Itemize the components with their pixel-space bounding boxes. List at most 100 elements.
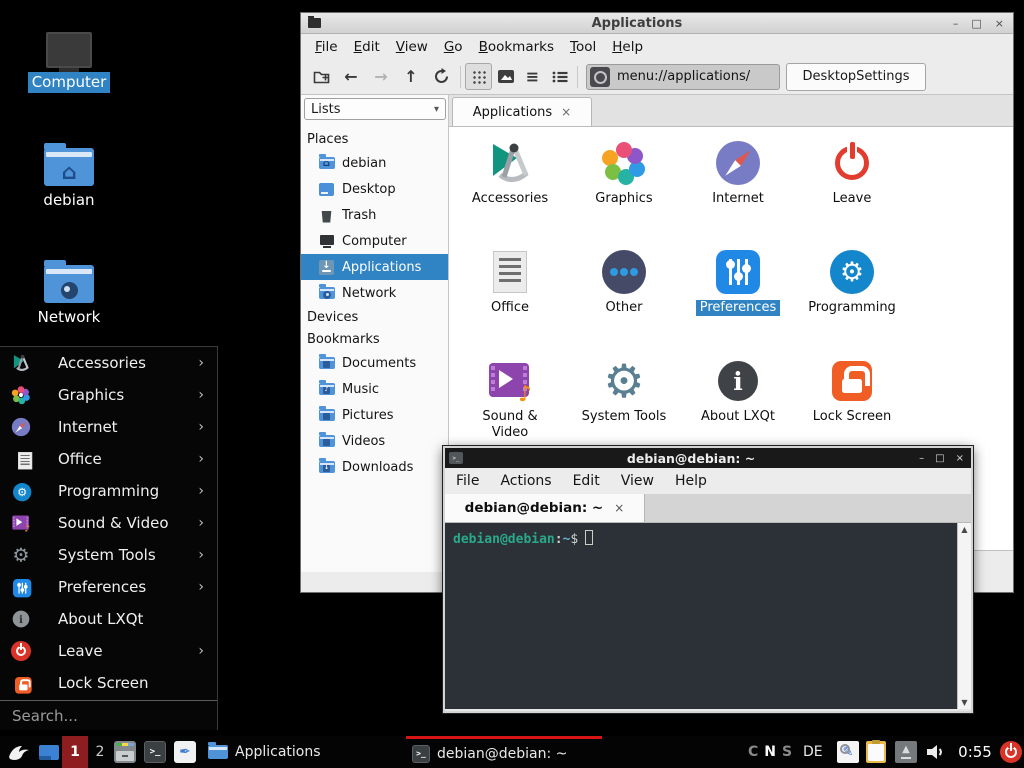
tray-removable-media[interactable]: ▲ xyxy=(895,736,917,768)
path-bar[interactable]: menu://applications/ xyxy=(586,64,780,90)
menu-item-about-lxqt[interactable]: i About LXQt xyxy=(0,603,217,635)
minimize-button[interactable]: – xyxy=(919,453,924,464)
show-desktop-button[interactable] xyxy=(36,736,62,768)
sidebar-item-documents[interactable]: Documents xyxy=(301,350,448,376)
grid-item-office[interactable]: Office xyxy=(453,248,567,357)
task-button-applications[interactable]: Applications xyxy=(202,736,402,768)
menu-item-system-tools[interactable]: ⚙ System Tools › xyxy=(0,539,217,571)
grid-item-other[interactable]: Other xyxy=(567,248,681,357)
other-icon xyxy=(602,250,646,294)
compact-view-button[interactable]: ≡ xyxy=(519,63,546,90)
keyboard-indicator[interactable]: C N S xyxy=(748,736,798,768)
grid-item-accessories[interactable]: Accessories xyxy=(453,139,567,248)
desktop-settings-button[interactable]: DesktopSettings xyxy=(786,63,926,91)
quicklaunch-file-manager[interactable] xyxy=(114,736,138,768)
close-button[interactable]: × xyxy=(956,453,964,464)
main-menu-button[interactable] xyxy=(4,736,34,768)
menu-item-programming[interactable]: ⚙ Programming › xyxy=(0,475,217,507)
menu-item-preferences[interactable]: Preferences › xyxy=(0,571,217,603)
grid-item-internet[interactable]: Internet xyxy=(681,139,795,248)
reload-button[interactable] xyxy=(426,63,456,91)
sidebar-item-trash[interactable]: Trash xyxy=(301,202,448,228)
menu-item-office[interactable]: Office › xyxy=(0,443,217,475)
clock[interactable]: 0:55 xyxy=(952,736,998,768)
menu-item-lock-screen[interactable]: Lock Screen xyxy=(0,667,217,699)
desktop-icon-network[interactable]: Network xyxy=(21,251,117,328)
new-tab-button[interactable] xyxy=(306,63,336,91)
tray-volume[interactable] xyxy=(924,736,946,768)
office-icon xyxy=(493,251,527,293)
sidebar-item-network[interactable]: Network xyxy=(301,280,448,306)
maximize-button[interactable]: □ xyxy=(935,453,944,464)
icon-view-button[interactable] xyxy=(465,63,492,90)
keyboard-layout-indicator[interactable]: DE xyxy=(803,736,823,768)
desktop-icon-debian[interactable]: ⌂ debian xyxy=(21,134,117,211)
scroll-down-icon[interactable]: ▼ xyxy=(961,698,967,707)
menu-actions[interactable]: Actions xyxy=(500,473,551,489)
fm-titlebar[interactable]: Applications – □ × xyxy=(301,13,1013,34)
menu-help[interactable]: Help xyxy=(604,39,651,55)
menu-edit[interactable]: Edit xyxy=(346,39,388,55)
sound-video-icon: ♪ xyxy=(486,357,534,405)
tab-close-icon[interactable]: × xyxy=(614,501,624,515)
menu-item-accessories[interactable]: Accessories › xyxy=(0,347,217,379)
sidebar-item-applications[interactable]: ↓ Applications xyxy=(301,254,448,280)
tray-screenshot[interactable]: ✎ xyxy=(837,736,859,768)
menu-file[interactable]: File xyxy=(307,39,346,55)
tab-applications[interactable]: Applications × xyxy=(452,97,592,126)
quicklaunch-editor[interactable]: ✒ xyxy=(174,736,198,768)
menu-item-sound-video[interactable]: ♪ Sound & Video › xyxy=(0,507,217,539)
menu-file[interactable]: File xyxy=(456,473,479,489)
menu-item-graphics[interactable]: Graphics › xyxy=(0,379,217,411)
workspace-2-button[interactable]: 2 xyxy=(88,736,112,768)
maximize-button[interactable]: □ xyxy=(971,18,981,29)
sidebar-item-downloads[interactable]: ↓ Downloads xyxy=(301,454,448,480)
menu-search-input[interactable] xyxy=(0,701,217,730)
network-folder-icon xyxy=(21,251,117,303)
forward-button[interactable]: → xyxy=(366,63,396,91)
task-button-terminal[interactable]: >_ debian@debian: ~ xyxy=(406,736,602,768)
folder-icon xyxy=(308,18,321,28)
terminal-scrollbar[interactable]: ▲ ▼ xyxy=(957,523,971,709)
grid-item-graphics[interactable]: Graphics xyxy=(567,139,681,248)
menu-bookmarks[interactable]: Bookmarks xyxy=(471,39,562,55)
terminal-screen[interactable]: debian@debian:~$ xyxy=(445,523,957,709)
tray-clipboard[interactable] xyxy=(866,736,886,768)
menu-edit[interactable]: Edit xyxy=(573,473,600,489)
minimize-button[interactable]: – xyxy=(953,18,959,29)
back-button[interactable]: ← xyxy=(336,63,366,91)
preferences-icon xyxy=(716,250,760,294)
up-button[interactable]: ↑ xyxy=(396,63,426,91)
menu-view[interactable]: View xyxy=(388,39,436,55)
menu-tool[interactable]: Tool xyxy=(562,39,604,55)
power-icon xyxy=(11,641,31,661)
grid-item-programming[interactable]: ⚙ Programming xyxy=(795,248,909,357)
menu-item-internet[interactable]: Internet › xyxy=(0,411,217,443)
sidebar-item-music[interactable]: ♪ Music xyxy=(301,376,448,402)
menu-help[interactable]: Help xyxy=(675,473,707,489)
menu-go[interactable]: Go xyxy=(436,39,471,55)
leave-button[interactable] xyxy=(1000,736,1022,768)
thumbnail-view-button[interactable] xyxy=(492,63,519,90)
scroll-up-icon[interactable]: ▲ xyxy=(961,525,967,534)
tab-terminal-session[interactable]: debian@debian: ~ × xyxy=(445,494,645,522)
workspace-1-button[interactable]: 1 xyxy=(62,736,88,768)
sidebar-item-debian[interactable]: ⌂ debian xyxy=(301,150,448,176)
sidebar-item-computer[interactable]: Computer xyxy=(301,228,448,254)
close-button[interactable]: × xyxy=(995,18,1004,29)
programming-icon: ⚙ xyxy=(830,250,874,294)
sidebar-item-pictures[interactable]: Pictures xyxy=(301,402,448,428)
sidebar-item-desktop[interactable]: Desktop xyxy=(301,176,448,202)
thumbnail-view-icon xyxy=(498,70,514,83)
menu-item-leave[interactable]: Leave › xyxy=(0,635,217,667)
terminal-titlebar[interactable]: >_ debian@debian: ~ – □ × xyxy=(445,448,971,468)
grid-item-leave[interactable]: Leave xyxy=(795,139,909,248)
grid-item-preferences[interactable]: Preferences xyxy=(681,248,795,357)
detailed-view-button[interactable] xyxy=(546,63,573,90)
tab-close-icon[interactable]: × xyxy=(561,105,571,119)
sidebar-item-videos[interactable]: Videos xyxy=(301,428,448,454)
menu-view[interactable]: View xyxy=(621,473,654,489)
desktop-icon-computer[interactable]: Computer xyxy=(21,16,117,93)
sidebar-mode-select[interactable]: Lists ▾ xyxy=(304,98,446,120)
quicklaunch-terminal[interactable]: >_ xyxy=(144,736,168,768)
